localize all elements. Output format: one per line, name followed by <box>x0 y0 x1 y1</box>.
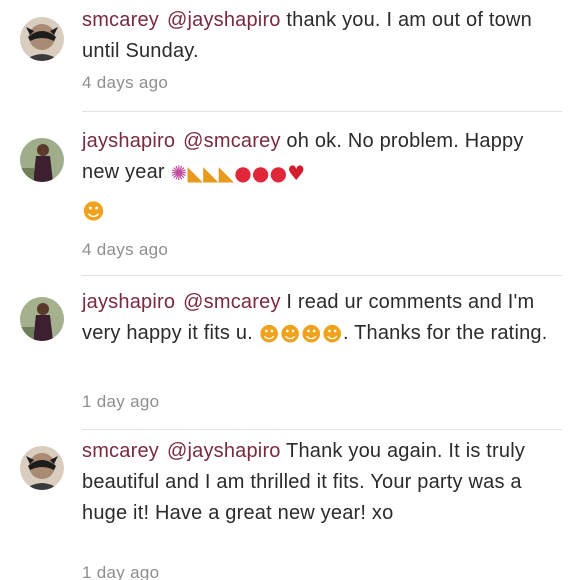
comment-username[interactable]: smcarey <box>82 9 159 31</box>
face-blowing-kiss-emoji-icon: ☻ <box>279 322 301 346</box>
party-popper-emoji-icon: ◣ <box>187 161 204 185</box>
comment-divider <box>82 275 562 276</box>
party-popper-emoji-icon: ◣ <box>203 161 219 185</box>
confetti-ball-emoji-icon: ✺ <box>170 161 188 185</box>
comment-mention[interactable]: @jayshapiro <box>167 9 281 31</box>
comment-timestamp: 4 days ago <box>82 240 169 259</box>
face-blowing-kiss-emoji-icon: ☻ <box>82 200 105 225</box>
comment-timestamp: 4 days ago <box>82 73 169 92</box>
heart-emoji-icon: ♥ <box>287 161 306 185</box>
avatar-woman-icon <box>20 138 64 182</box>
balloon-emoji-icon: ● <box>251 161 270 185</box>
avatar[interactable] <box>20 138 64 182</box>
comment-body: . Thanks for the rating. <box>342 322 548 344</box>
comment-text: jayshapiro @smcarey oh ok. No problem. Ha… <box>82 126 552 188</box>
face-blowing-kiss-emoji-icon: ☻ <box>321 322 343 346</box>
avatar-masked-woman-icon <box>20 17 64 61</box>
comment-username[interactable]: jayshapiro <box>82 291 175 313</box>
face-blowing-kiss-emoji-icon: ☻ <box>300 322 322 346</box>
comment-text: jayshapiro @smcarey I read ur comments an… <box>82 287 552 349</box>
comment-divider <box>82 111 562 112</box>
avatar-woman-icon <box>20 297 64 341</box>
face-blowing-kiss-emoji-icon: ☻ <box>258 322 280 346</box>
comment-mention[interactable]: @jayshapiro <box>167 440 281 462</box>
balloon-emoji-icon: ● <box>269 161 288 185</box>
comment-mention[interactable]: @smcarey <box>183 130 280 152</box>
comment-username[interactable]: jayshapiro <box>82 130 175 152</box>
comment-username[interactable]: smcarey <box>82 440 159 462</box>
avatar[interactable] <box>20 17 64 61</box>
comment-thread: smcarey @jayshapiro thank you. I am out o… <box>0 0 580 580</box>
avatar[interactable] <box>20 297 64 341</box>
comment-timestamp: 1 day ago <box>82 563 160 580</box>
comment-divider <box>82 429 562 430</box>
comment-timestamp: 1 day ago <box>82 392 160 411</box>
balloon-emoji-icon: ● <box>234 161 252 185</box>
avatar-masked-woman-icon <box>20 446 64 490</box>
avatar[interactable] <box>20 446 64 490</box>
comment-mention[interactable]: @smcarey <box>183 291 280 313</box>
comment-text: smcarey @jayshapiro Thank you again. It i… <box>82 436 552 529</box>
party-popper-emoji-icon: ◣ <box>218 161 235 185</box>
comment-text: smcarey @jayshapiro thank you. I am out o… <box>82 5 552 67</box>
